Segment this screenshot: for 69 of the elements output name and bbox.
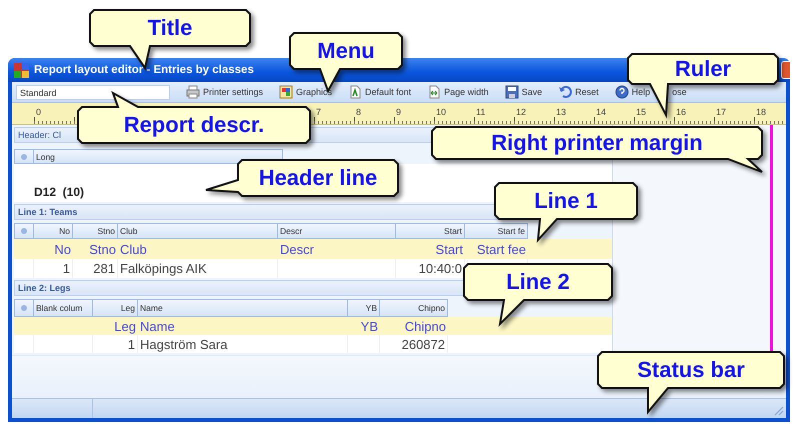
ruler-label: 15 bbox=[636, 107, 646, 117]
ruler-label: 18 bbox=[756, 107, 766, 117]
callout-label: Header line bbox=[258, 167, 378, 189]
field-cell-text: Leg bbox=[113, 318, 137, 335]
app-icon bbox=[14, 62, 29, 78]
width-icon bbox=[427, 85, 442, 99]
column-header[interactable]: Name bbox=[138, 299, 348, 317]
ruler-label: 17 bbox=[716, 107, 726, 117]
field-cell-text: Start fee bbox=[476, 240, 527, 258]
table-cell: Falköpings AIK bbox=[118, 259, 278, 278]
toolbar-button[interactable]: ose bbox=[672, 87, 687, 97]
callout-label: Status bar bbox=[637, 359, 745, 381]
field-cell-text: Club bbox=[119, 240, 148, 258]
field-cell-text: YB bbox=[360, 318, 379, 335]
reset-icon bbox=[558, 85, 572, 99]
toolbar-button[interactable]: Save bbox=[504, 85, 542, 99]
close-button[interactable] bbox=[781, 61, 790, 79]
toolbar-button[interactable]: Page width bbox=[427, 85, 489, 99]
save-icon bbox=[504, 85, 519, 99]
table-cell: 260872 bbox=[380, 335, 448, 353]
help-icon bbox=[614, 85, 629, 99]
toolbar-button[interactable]: Reset bbox=[558, 85, 599, 99]
column-header[interactable]: Long bbox=[34, 149, 283, 164]
table-cell: Hagström Sara bbox=[138, 335, 348, 353]
ruler-label: 10 bbox=[436, 107, 446, 117]
field-cell-text: Stno bbox=[88, 240, 117, 258]
callout-label: Title bbox=[148, 17, 192, 39]
column-header[interactable]: Stno bbox=[73, 223, 118, 239]
ruler-label: 7 bbox=[316, 107, 322, 117]
header-line-text: D12 (10) bbox=[33, 185, 84, 199]
toolbar-button[interactable]: Help bbox=[614, 85, 650, 99]
column-header[interactable]: Chipno bbox=[380, 299, 448, 317]
column-header[interactable]: Leg bbox=[93, 299, 138, 317]
table-cell: 281 bbox=[73, 259, 118, 278]
field-cell-text: Start bbox=[434, 240, 464, 258]
ruler-label: 8 bbox=[356, 107, 362, 117]
field-cell-text: Descr bbox=[279, 240, 315, 258]
ruler-label: 16 bbox=[676, 107, 686, 117]
row-marker-icon bbox=[21, 305, 27, 311]
ruler-label: 12 bbox=[516, 107, 526, 117]
ruler-label: 11 bbox=[476, 107, 486, 117]
resize-grip-icon[interactable] bbox=[774, 406, 784, 416]
window-title: Report layout editor - Entries by classes bbox=[34, 64, 254, 76]
column-header[interactable]: Start fe bbox=[465, 223, 528, 239]
font-icon bbox=[348, 85, 362, 99]
ruler-label: 14 bbox=[596, 107, 606, 117]
table-cell: 1 bbox=[93, 335, 138, 353]
ruler-label: 0 bbox=[36, 107, 42, 117]
column-header[interactable]: Start bbox=[396, 223, 465, 239]
printer-icon bbox=[186, 85, 200, 99]
field-cell-text: Chipno bbox=[404, 318, 447, 335]
column-header[interactable]: Blank colum bbox=[34, 299, 93, 317]
toolbar-button[interactable]: Default font bbox=[348, 85, 412, 99]
column-header[interactable]: Club bbox=[118, 223, 278, 239]
column-header[interactable]: YB bbox=[348, 299, 380, 317]
column-header[interactable]: No bbox=[34, 223, 73, 239]
report-description-field[interactable]: Standard bbox=[16, 84, 170, 100]
graphics-icon bbox=[279, 85, 294, 99]
field-cell-text: Name bbox=[139, 318, 176, 335]
callout-label: Menu bbox=[317, 40, 375, 62]
table-cell: 1 bbox=[34, 259, 73, 278]
row-marker-icon bbox=[21, 154, 27, 160]
column-header[interactable]: Descr bbox=[278, 223, 396, 239]
row-marker-icon bbox=[21, 228, 27, 234]
ruler-label: 13 bbox=[556, 107, 566, 117]
field-cell-text: No bbox=[53, 240, 72, 258]
callout-label: Ruler bbox=[674, 58, 732, 80]
ruler-label: 9 bbox=[396, 107, 402, 117]
toolbar-button[interactable]: Printer settings bbox=[186, 85, 264, 99]
